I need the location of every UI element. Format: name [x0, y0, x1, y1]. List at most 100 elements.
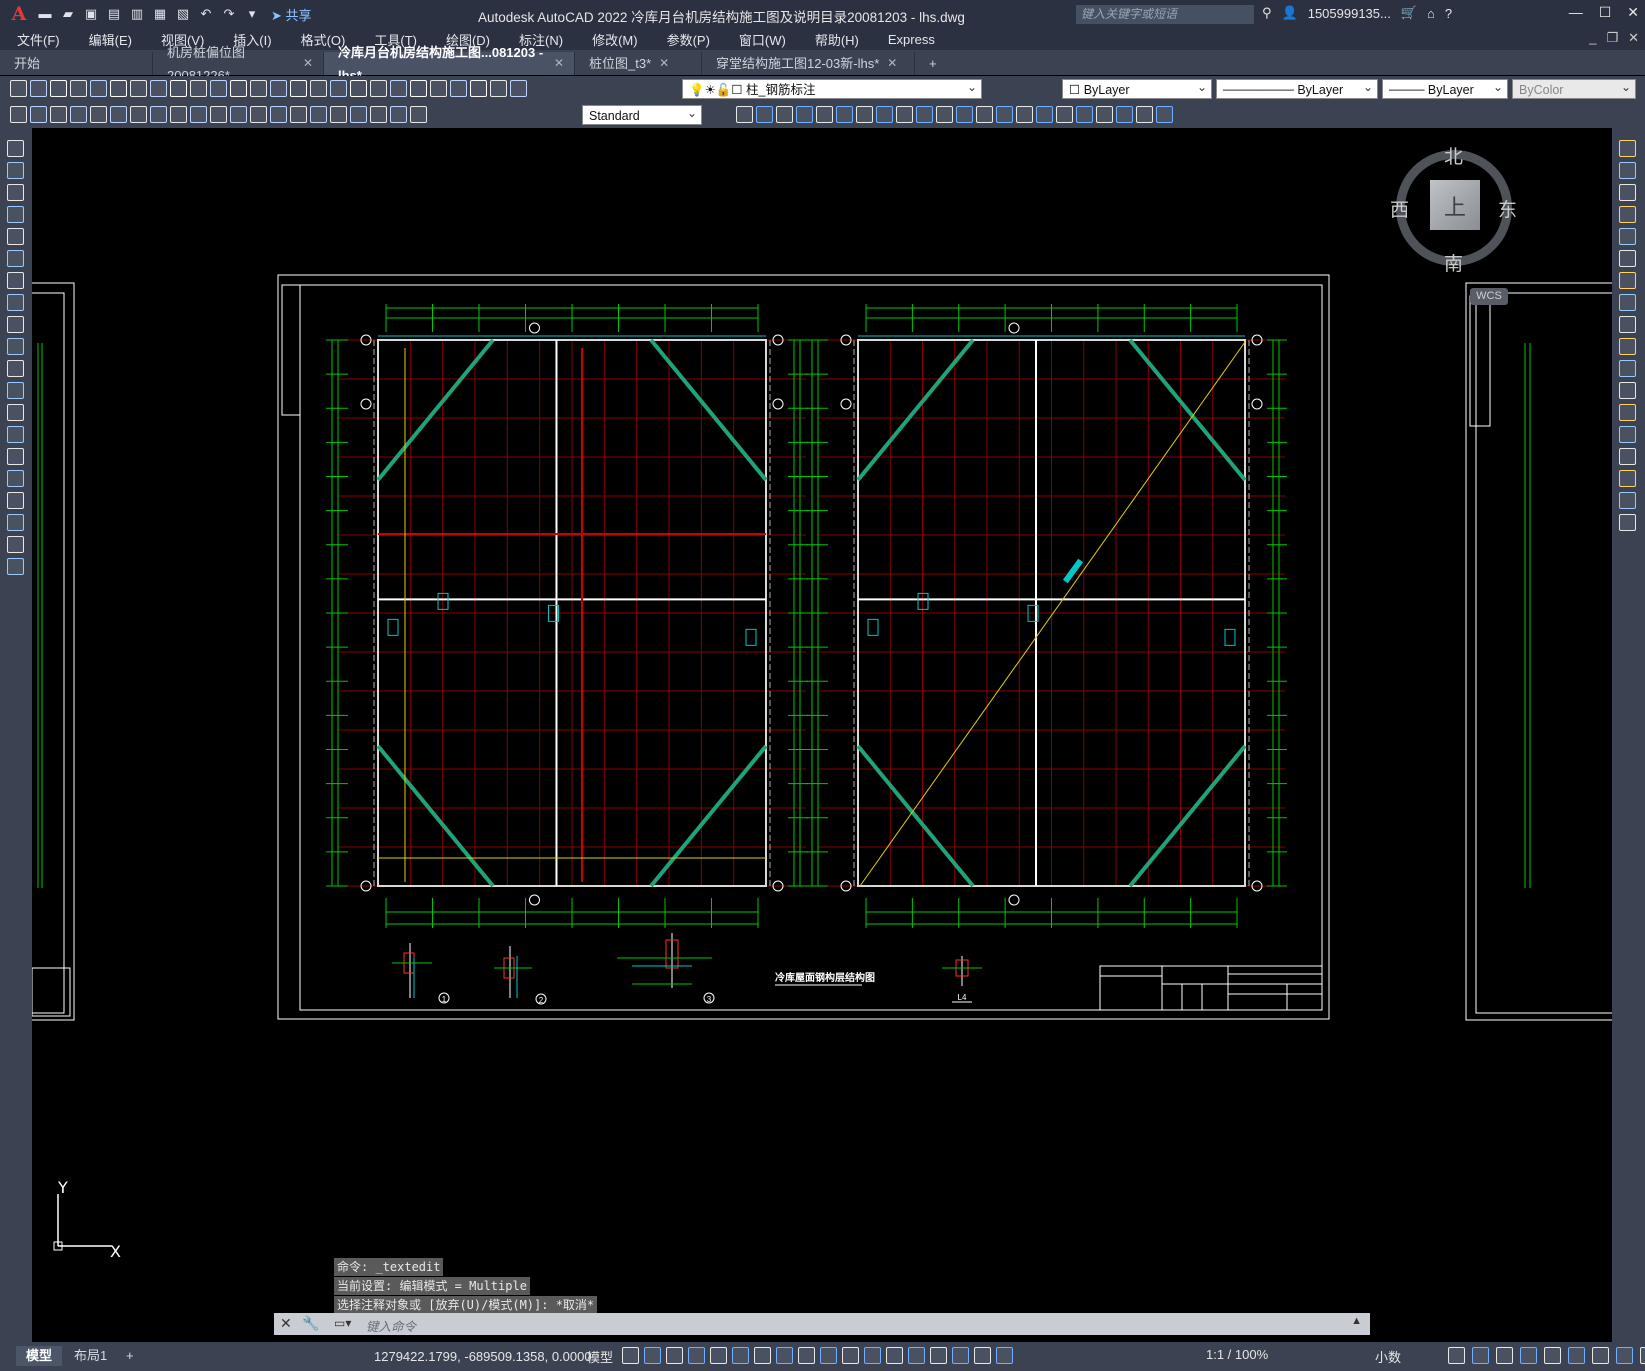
command-input[interactable]: 键入命令: [366, 1316, 416, 1335]
layer-off-icon[interactable]: [796, 106, 813, 123]
ellipse-arc-icon[interactable]: [7, 360, 24, 377]
qnew-icon[interactable]: [10, 80, 27, 97]
wcs-menu[interactable]: WCS: [1470, 288, 1508, 305]
layer-unisolate-icon[interactable]: [776, 106, 793, 123]
dim-textedit-icon[interactable]: [370, 106, 387, 123]
stretch-icon[interactable]: [1619, 316, 1636, 333]
make-block-icon[interactable]: [7, 404, 24, 421]
layer-delete-icon[interactable]: [976, 106, 993, 123]
copy-icon[interactable]: [1619, 162, 1636, 179]
xref-icon[interactable]: [1116, 106, 1133, 123]
layer-change-icon[interactable]: [896, 106, 913, 123]
close-icon[interactable]: ✕: [659, 52, 669, 75]
blend-icon[interactable]: [1619, 492, 1636, 509]
tab-model[interactable]: 模型: [16, 1346, 63, 1366]
block-insert-icon[interactable]: [1056, 106, 1073, 123]
open-icon[interactable]: [30, 80, 47, 97]
viewcube-west-label[interactable]: 西: [1390, 195, 1409, 222]
lock-ui-icon[interactable]: [1544, 1347, 1561, 1364]
dim-ordinate-icon[interactable]: [70, 106, 87, 123]
user-name[interactable]: 1505999135...: [1308, 6, 1391, 21]
search-input[interactable]: 键入关键字或短语: [1076, 5, 1254, 24]
close-icon[interactable]: ✕: [887, 52, 897, 75]
layer-current-icon[interactable]: [916, 106, 933, 123]
ortho-icon[interactable]: [710, 1347, 727, 1364]
dim-continue-icon[interactable]: [210, 106, 227, 123]
print-icon[interactable]: ▧: [175, 6, 191, 22]
dim-arc-icon[interactable]: [50, 106, 67, 123]
drawing-svg[interactable]: 1 2 3 L4 冷库屋面钢构层结构图: [32, 128, 1612, 1342]
units-icon[interactable]: [1496, 1347, 1513, 1364]
layer-match-icon[interactable]: [876, 106, 893, 123]
fillet-icon[interactable]: [1619, 470, 1636, 487]
selection-cycling-icon[interactable]: [864, 1347, 881, 1364]
tab-start[interactable]: 开始: [0, 52, 153, 75]
wrench-icon[interactable]: 🔧: [302, 1315, 319, 1332]
markup-icon[interactable]: [450, 80, 467, 97]
matchprop-icon[interactable]: [210, 80, 227, 97]
dim-radius-icon[interactable]: [90, 106, 107, 123]
gizmo-icon[interactable]: [952, 1347, 969, 1364]
trim-icon[interactable]: [1619, 338, 1636, 355]
isolate-objects-icon[interactable]: [1568, 1347, 1585, 1364]
doc-restore-icon[interactable]: ❐: [1606, 30, 1618, 46]
open-icon[interactable]: ▰: [60, 6, 76, 22]
table-icon[interactable]: [7, 514, 24, 531]
layer-walk-icon[interactable]: [936, 106, 953, 123]
break-at-point-icon[interactable]: [1619, 382, 1636, 399]
cart-icon[interactable]: 🛒: [1401, 5, 1417, 21]
dim-baseline-icon[interactable]: [190, 106, 207, 123]
new-tab-button[interactable]: +: [915, 52, 959, 75]
pan-icon[interactable]: [290, 80, 307, 97]
dropdown-icon[interactable]: ▾: [244, 6, 260, 22]
cut-icon[interactable]: [150, 80, 167, 97]
move-icon[interactable]: [1619, 250, 1636, 267]
grid-icon[interactable]: [622, 1347, 639, 1364]
save-icon[interactable]: ▣: [83, 6, 99, 22]
designcenter-icon[interactable]: [390, 80, 407, 97]
inspect-icon[interactable]: [310, 106, 327, 123]
3d-osnap-icon[interactable]: [886, 1347, 903, 1364]
array-icon[interactable]: [1619, 228, 1636, 245]
tab-current-drawing[interactable]: 冷库月台机房结构施工图...081203 - lhs* ✕: [324, 45, 575, 83]
color-dropdown[interactable]: ☐ ByLayer: [1062, 77, 1212, 99]
rotate-icon[interactable]: [1619, 272, 1636, 289]
gradient-icon[interactable]: [7, 470, 24, 487]
text-style-dropdown[interactable]: Standard: [582, 103, 702, 125]
menu-parametric[interactable]: 参数(P): [650, 30, 722, 49]
3dprint-icon[interactable]: [130, 80, 147, 97]
layer-copy-icon[interactable]: [996, 106, 1013, 123]
tab-pile-position[interactable]: 桩位图_t3* ✕: [575, 52, 702, 75]
quickcalc-icon[interactable]: [470, 80, 487, 97]
help-icon[interactable]: [490, 80, 507, 97]
dynamic-input-icon[interactable]: [688, 1347, 705, 1364]
explode-icon[interactable]: [1619, 514, 1636, 531]
polyline-icon[interactable]: [7, 184, 24, 201]
viewcube-north-label[interactable]: 北: [1444, 142, 1463, 169]
menu-modify[interactable]: 修改(M): [575, 30, 650, 49]
dim-break-icon[interactable]: [250, 106, 267, 123]
user-icon[interactable]: 👤: [1282, 5, 1298, 21]
tab-hall-structure[interactable]: 穿堂结构施工图12-03新-lhs* ✕: [702, 52, 915, 75]
region-icon[interactable]: [7, 492, 24, 509]
redo-icon[interactable]: ↷: [221, 6, 237, 22]
layer-unlock-icon[interactable]: [856, 106, 873, 123]
rectangle-icon[interactable]: [7, 228, 24, 245]
tab-layout1[interactable]: 布局1: [64, 1346, 117, 1366]
extend-icon[interactable]: [1619, 360, 1636, 377]
add-layout-button[interactable]: +: [116, 1346, 144, 1366]
help-icon[interactable]: ?: [1445, 6, 1452, 21]
join-icon[interactable]: [1619, 426, 1636, 443]
layer-state-icon[interactable]: [1016, 106, 1033, 123]
dim-style-icon[interactable]: [410, 106, 427, 123]
lineweight-icon[interactable]: [820, 1347, 837, 1364]
publish-icon[interactable]: [110, 80, 127, 97]
publish-icon[interactable]: ▦: [152, 6, 168, 22]
ellipse-icon[interactable]: [7, 338, 24, 355]
redo-icon[interactable]: [270, 80, 287, 97]
coordinates-readout[interactable]: 1279422.1799, -689509.1358, 0.0000: [374, 1349, 592, 1364]
plotstyle-dropdown[interactable]: ByColor: [1512, 77, 1636, 99]
customization-icon[interactable]: [1640, 1347, 1645, 1364]
lineweight-dropdown[interactable]: ──── ByLayer: [1382, 77, 1508, 99]
circle-icon[interactable]: [7, 272, 24, 289]
